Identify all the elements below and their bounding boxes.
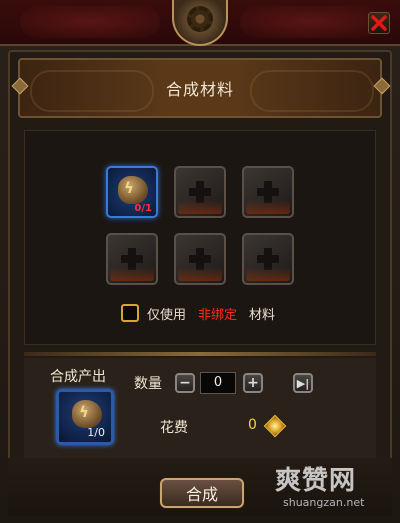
watermark: 爽赞网 shuangzan.net [275, 460, 395, 520]
quantity-plus-button[interactable]: + [243, 373, 263, 393]
cost-label: 花费 [160, 420, 188, 436]
swirl-ornament [20, 6, 160, 38]
craft-button[interactable]: 合成 [160, 478, 244, 508]
quantity-minus-button[interactable]: − [175, 373, 195, 393]
cost-value: 0 [248, 417, 257, 433]
close-button[interactable] [368, 12, 390, 34]
option-highlight: 非绑定 [198, 307, 238, 323]
output-count: 1/0 [87, 426, 105, 439]
material-slot-5[interactable] [174, 233, 226, 285]
quantity-max-button[interactable]: ▶| [293, 373, 313, 393]
minus-icon: − [179, 375, 191, 391]
watermark-title: 爽赞网 [275, 466, 357, 496]
rune-glyph: ϟ [79, 403, 89, 421]
material-slot-3[interactable] [242, 166, 294, 218]
max-icon: ▶| [296, 376, 310, 390]
material-slot-4[interactable] [106, 233, 158, 285]
material-slot-6[interactable] [242, 233, 294, 285]
slot-count: 0/1 [134, 203, 152, 214]
output-slot[interactable]: ϟ 1/0 [56, 389, 114, 445]
swirl-ornament [240, 6, 380, 38]
material-slot-2[interactable] [174, 166, 226, 218]
slot-glow [178, 200, 222, 214]
quantity-input[interactable]: 0 [200, 372, 236, 394]
page-title: 合成材料 [165, 80, 234, 99]
slot-glow [178, 267, 222, 281]
watermark-url: shuangzan.net [283, 496, 365, 509]
option-prefix: 仅使用 [147, 307, 187, 323]
slot-glow [246, 267, 290, 281]
title-banner: 合成材料 [18, 58, 382, 118]
material-slot-1[interactable]: ϟ 0/1 [106, 166, 158, 218]
unbound-only-checkbox[interactable] [121, 304, 139, 322]
slot-glow [110, 267, 154, 281]
option-suffix: 材料 [249, 307, 276, 323]
section-divider [24, 352, 376, 356]
plus-icon: + [247, 375, 259, 391]
unbound-only-option: 仅使用 非绑定 材料 [121, 302, 275, 324]
gear-icon [187, 6, 213, 32]
slot-glow [246, 200, 290, 214]
craft-window: 合成材料 ϟ 0/1 仅使用 非绑定 材料 合成产出 ϟ 1/0 数量 − 0 … [0, 0, 400, 523]
output-label: 合成产出 [50, 369, 106, 385]
quantity-label: 数量 [134, 376, 162, 392]
rune-glyph: ϟ [124, 179, 134, 197]
close-x-icon [371, 15, 387, 31]
